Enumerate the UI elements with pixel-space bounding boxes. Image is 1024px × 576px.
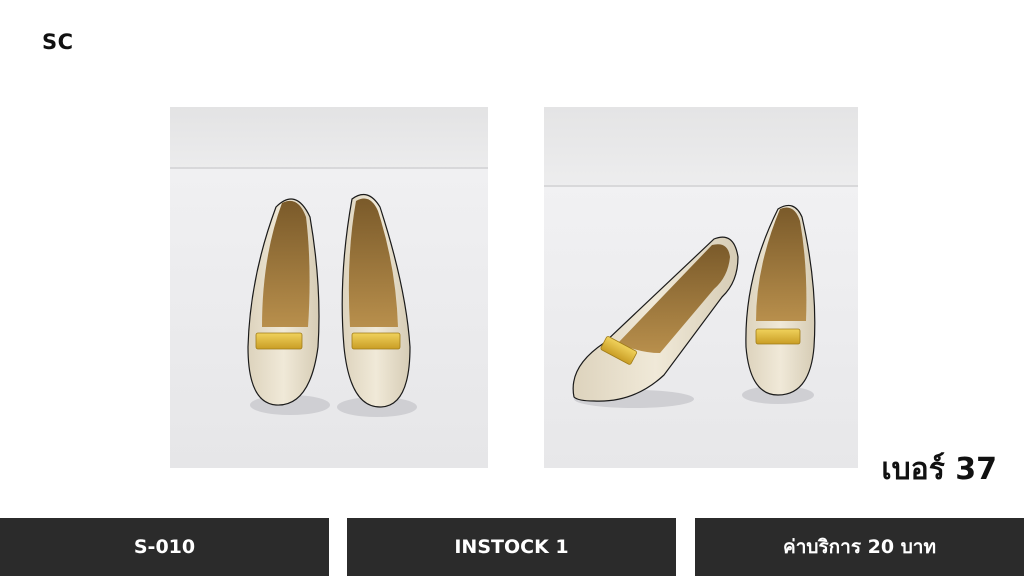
stock-status-bar: INSTOCK 1: [347, 518, 676, 576]
service-fee: ค่าบริการ 20 บาท: [783, 536, 936, 558]
product-photo-angled[interactable]: [544, 107, 858, 468]
product-code-bar: S-010: [0, 518, 329, 576]
shoe-size-label: เบอร์ 37: [881, 452, 997, 487]
product-photo-front[interactable]: [170, 107, 488, 468]
service-fee-bar: ค่าบริการ 20 บาท: [695, 518, 1024, 576]
stock-status: INSTOCK 1: [454, 536, 569, 558]
brand-logo: SC: [42, 30, 74, 54]
product-code: S-010: [133, 536, 196, 558]
shoe-pair-angled-photo: [544, 107, 858, 468]
shoe-pair-front-photo: [170, 107, 488, 468]
